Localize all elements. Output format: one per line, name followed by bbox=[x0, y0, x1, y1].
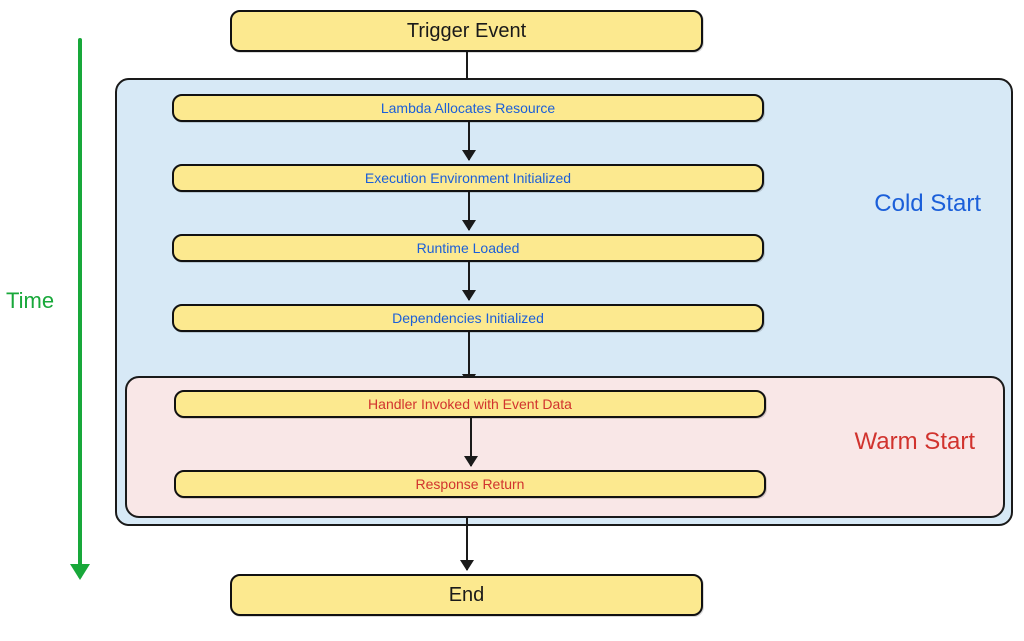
arrow-down-icon bbox=[466, 518, 468, 570]
step-lambda-allocates: Lambda Allocates Resource bbox=[172, 94, 764, 122]
arrow-down-icon bbox=[470, 418, 472, 466]
end-label: End bbox=[449, 584, 485, 607]
arrow-down-icon bbox=[468, 122, 470, 160]
time-axis-label: Time bbox=[6, 288, 54, 314]
step-label: Dependencies Initialized bbox=[392, 310, 544, 326]
arrow-down-icon bbox=[468, 262, 470, 300]
step-label: Execution Environment Initialized bbox=[365, 170, 571, 186]
step-label: Handler Invoked with Event Data bbox=[368, 396, 572, 412]
step-label: Runtime Loaded bbox=[417, 240, 520, 256]
end-box: End bbox=[230, 574, 703, 616]
step-label: Response Return bbox=[416, 476, 525, 492]
step-handler-invoked: Handler Invoked with Event Data bbox=[174, 390, 766, 418]
cold-start-label: Cold Start bbox=[874, 190, 981, 218]
step-runtime-loaded: Runtime Loaded bbox=[172, 234, 764, 262]
step-response-return: Response Return bbox=[174, 470, 766, 498]
step-deps-initialized: Dependencies Initialized bbox=[172, 304, 764, 332]
warm-start-label: Warm Start bbox=[855, 428, 975, 456]
arrow-down-icon bbox=[468, 192, 470, 230]
cold-start-container: Cold Start Lambda Allocates Resource Exe… bbox=[115, 78, 1013, 526]
step-label: Lambda Allocates Resource bbox=[381, 100, 555, 116]
step-env-initialized: Execution Environment Initialized bbox=[172, 164, 764, 192]
time-axis-arrow-icon bbox=[78, 38, 82, 578]
warm-start-container: Warm Start Handler Invoked with Event Da… bbox=[125, 376, 1005, 518]
diagram-canvas: Time Trigger Event Cold Start Lambda All… bbox=[0, 0, 1024, 641]
trigger-event-box: Trigger Event bbox=[230, 10, 703, 52]
trigger-event-label: Trigger Event bbox=[407, 20, 526, 43]
